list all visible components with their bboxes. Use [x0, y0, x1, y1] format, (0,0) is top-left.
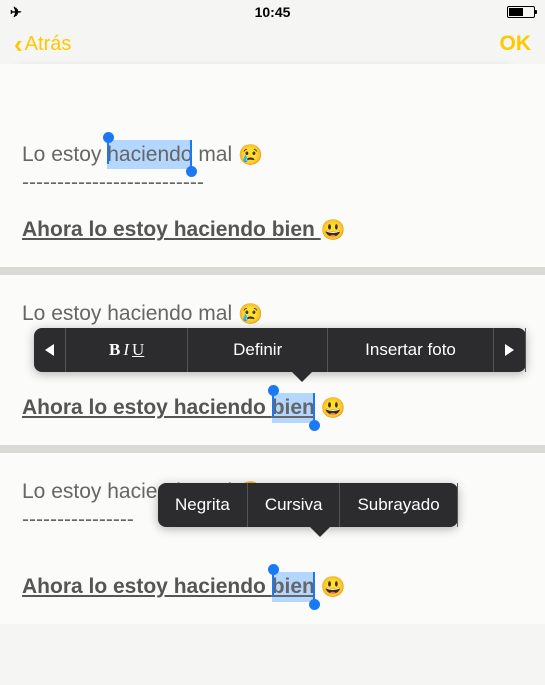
- menu-insert-photo[interactable]: Insertar foto: [328, 328, 494, 372]
- text-line-good[interactable]: Ahora lo estoy haciendo bien 😃: [22, 572, 523, 601]
- status-right: [475, 6, 535, 18]
- text-good-full: Ahora lo estoy haciendo bien: [22, 218, 321, 241]
- biu-underline-icon: U: [132, 340, 144, 360]
- selection-handle-start[interactable]: [268, 385, 279, 396]
- text-prefix: Lo estoy: [22, 143, 107, 166]
- panel-1: Lo estoy haciendo mal 😢 ----------------…: [0, 64, 545, 267]
- battery-icon: [507, 6, 535, 18]
- smile-emoji-icon: 😃: [321, 577, 346, 599]
- menu-next-icon[interactable]: [494, 328, 526, 372]
- menu-prev-icon[interactable]: [34, 328, 66, 372]
- airplane-mode-icon: ✈: [10, 4, 22, 21]
- nav-bar: ‹ Atrás OK: [0, 24, 545, 64]
- back-button[interactable]: ‹ Atrás: [14, 31, 71, 57]
- text-line-good[interactable]: Ahora lo estoy haciendo bien 😃: [22, 393, 523, 422]
- selection-handle-end[interactable]: [309, 420, 320, 431]
- text-selection[interactable]: bien: [272, 393, 315, 422]
- menu-define[interactable]: Definir: [188, 328, 328, 372]
- selection-handle-start[interactable]: [268, 564, 279, 575]
- section-divider: [0, 267, 545, 275]
- text-selection[interactable]: haciendo: [107, 140, 192, 169]
- panel-3: Lo estoy haciendo mal 😢 ----------------…: [0, 453, 545, 624]
- text-line-good[interactable]: Ahora lo estoy haciendo bien 😃: [22, 215, 523, 244]
- text-bad-full: Lo estoy haciendo mal: [22, 302, 238, 325]
- biu-bold-icon: B: [109, 340, 120, 360]
- status-bar: ✈ 10:45: [0, 0, 545, 24]
- smile-emoji-icon: 😃: [321, 220, 346, 242]
- selection-handle-end[interactable]: [309, 599, 320, 610]
- biu-italic-icon: I: [123, 340, 129, 360]
- menu-bold[interactable]: Negrita: [158, 483, 248, 527]
- text-good-prefix: Ahora lo estoy haciendo: [22, 396, 272, 419]
- text-suffix: mal: [192, 143, 238, 166]
- context-menu-biu-expanded: Negrita Cursiva Subrayado: [158, 483, 458, 527]
- menu-underline[interactable]: Subrayado: [340, 483, 457, 527]
- text-line-bad[interactable]: Lo estoy haciendo mal 😢: [22, 140, 523, 169]
- text-line-bad[interactable]: Lo estoy haciendo mal 😢: [22, 299, 523, 328]
- text-selection[interactable]: bien: [272, 572, 315, 601]
- chevron-left-icon: ‹: [14, 31, 23, 57]
- panel-2: Lo estoy haciendo mal 😢 B I U Definir In…: [0, 275, 545, 445]
- text-good-prefix: Ahora lo estoy haciendo: [22, 575, 272, 598]
- crying-emoji-icon: 😢: [238, 144, 263, 166]
- back-label: Atrás: [25, 33, 72, 56]
- selection-handle-start[interactable]: [103, 132, 114, 143]
- section-divider: [0, 445, 545, 453]
- status-left: ✈: [10, 4, 70, 21]
- menu-biu[interactable]: B I U: [66, 328, 188, 372]
- dashes-separator: --------------------------: [22, 171, 523, 195]
- ok-button[interactable]: OK: [500, 32, 532, 56]
- crying-emoji-icon: 😢: [238, 303, 263, 325]
- menu-italic[interactable]: Cursiva: [248, 483, 341, 527]
- status-time: 10:45: [255, 4, 291, 20]
- smile-emoji-icon: 😃: [321, 398, 346, 420]
- context-menu-format: B I U Definir Insertar foto: [34, 328, 526, 372]
